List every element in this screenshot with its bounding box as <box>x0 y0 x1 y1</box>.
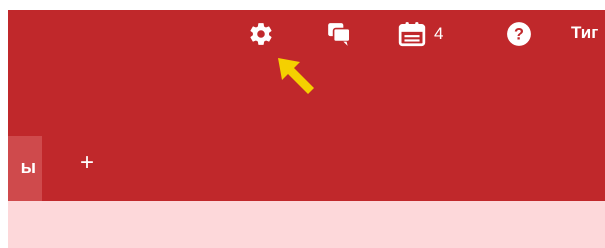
help-button[interactable]: ? <box>504 20 534 48</box>
content-area <box>8 201 605 248</box>
top-header: 4 ? Тиг ы + <box>8 10 605 201</box>
user-menu[interactable]: Тиг <box>571 22 598 44</box>
svg-text:?: ? <box>514 25 524 43</box>
gear-icon <box>250 23 272 45</box>
tab-active[interactable]: ы <box>8 136 42 201</box>
help-icon: ? <box>507 22 531 46</box>
messages-button[interactable] <box>324 20 354 48</box>
calendar-button[interactable] <box>396 20 428 48</box>
arrow-pointer-icon <box>278 58 314 94</box>
app-frame: 4 ? Тиг ы + <box>8 10 605 248</box>
tab-active-label: ы <box>20 157 36 177</box>
chat-icon <box>328 23 351 46</box>
calendar-icon <box>398 22 426 47</box>
add-tab-button[interactable]: + <box>72 146 102 180</box>
settings-button[interactable] <box>246 20 276 48</box>
calendar-count-badge: 4 <box>434 24 444 43</box>
